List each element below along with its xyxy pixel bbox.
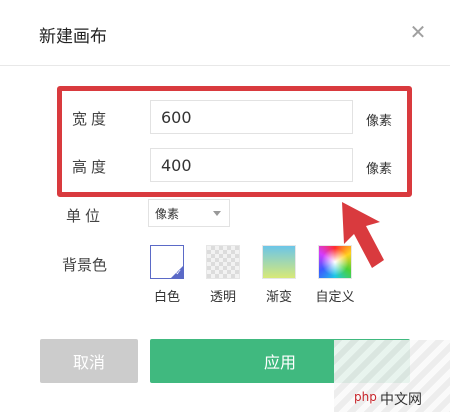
width-unit: 像素	[366, 114, 393, 129]
white-option-label: 白色	[153, 290, 180, 305]
close-icon[interactable]: ✕	[404, 18, 432, 46]
custom-option-label: 自定义	[315, 290, 355, 305]
checkmark-icon: ✓	[175, 268, 182, 277]
unit-select-value: 像素	[155, 207, 180, 221]
white-swatch-icon[interactable]: ✓	[150, 245, 184, 279]
dialog-title: 新建画布	[39, 27, 107, 47]
height-label: 高度	[72, 158, 111, 176]
width-label: 宽度	[72, 110, 111, 128]
unit-select[interactable]: 像素	[148, 199, 230, 227]
gradient-option-label: 渐变	[265, 290, 292, 305]
watermark-text-php: php	[354, 390, 377, 404]
cancel-button[interactable]: 取消	[40, 339, 138, 383]
background-label: 背景色	[62, 256, 108, 274]
chevron-down-icon	[213, 211, 221, 216]
transparent-option-label: 透明	[209, 290, 236, 305]
site-watermark: php 中文网	[334, 340, 450, 412]
unit-label: 单位	[66, 207, 105, 225]
transparent-swatch-icon[interactable]	[206, 245, 240, 279]
dialog-header: 新建画布 ✕	[0, 0, 450, 66]
watermark-text-site: 中文网	[380, 392, 422, 408]
height-input[interactable]	[150, 148, 353, 182]
annotation-arrow-icon	[342, 202, 384, 268]
height-unit: 像素	[366, 162, 393, 177]
width-input[interactable]	[150, 100, 353, 134]
gradient-swatch-icon[interactable]	[262, 245, 296, 279]
